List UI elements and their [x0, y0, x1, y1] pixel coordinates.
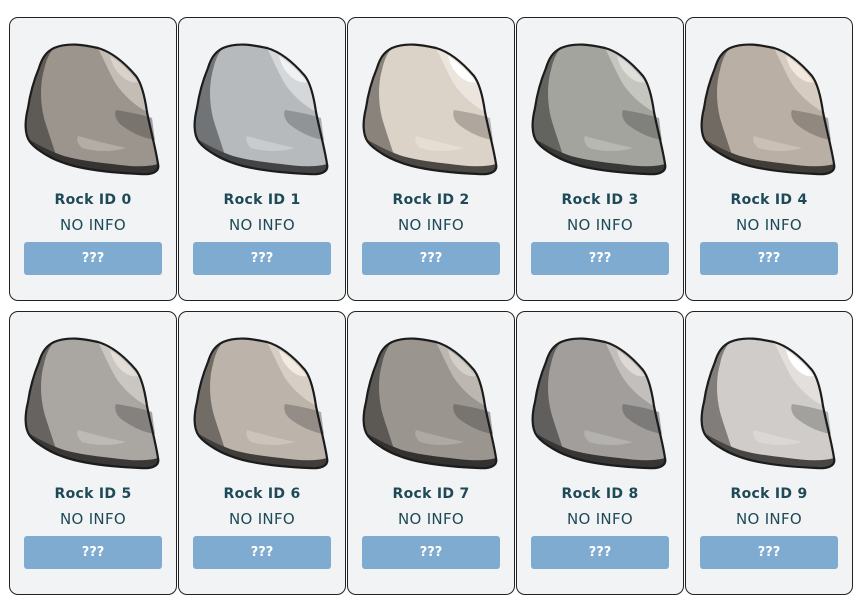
rock-id-label: Rock ID 1	[223, 192, 301, 208]
rock-action-button[interactable]: ???	[193, 242, 331, 275]
rock-action-button[interactable]: ???	[193, 536, 331, 569]
rock-image	[700, 337, 836, 470]
rock-card: Rock ID 4 NO INFO ???	[685, 17, 853, 301]
rock-image	[193, 337, 329, 470]
rock-card: Rock ID 6 NO INFO ???	[178, 311, 346, 595]
rock-action-button[interactable]: ???	[700, 536, 838, 569]
rock-image	[531, 43, 667, 176]
rock-action-button[interactable]: ???	[24, 536, 162, 569]
rock-id-label: Rock ID 7	[392, 486, 470, 502]
rock-image	[362, 337, 498, 470]
rock-card: Rock ID 1 NO INFO ???	[178, 17, 346, 301]
rock-card: Rock ID 8 NO INFO ???	[516, 311, 684, 595]
rock-id-label: Rock ID 9	[730, 486, 808, 502]
rock-image	[24, 43, 160, 176]
rock-id-label: Rock ID 4	[730, 192, 808, 208]
rock-card: Rock ID 3 NO INFO ???	[516, 17, 684, 301]
rock-action-button[interactable]: ???	[700, 242, 838, 275]
rock-id-label: Rock ID 5	[54, 486, 132, 502]
rock-info-text: NO INFO	[60, 510, 126, 528]
rock-id-label: Rock ID 0	[54, 192, 132, 208]
rock-id-label: Rock ID 8	[561, 486, 639, 502]
rock-card: Rock ID 5 NO INFO ???	[9, 311, 177, 595]
rock-info-text: NO INFO	[398, 510, 464, 528]
rock-image	[531, 337, 667, 470]
rock-info-text: NO INFO	[736, 216, 802, 234]
rock-action-button[interactable]: ???	[362, 536, 500, 569]
rock-card: Rock ID 0 NO INFO ???	[9, 17, 177, 301]
rock-info-text: NO INFO	[736, 510, 802, 528]
rock-info-text: NO INFO	[398, 216, 464, 234]
rock-id-label: Rock ID 2	[392, 192, 470, 208]
rock-grid: Rock ID 0 NO INFO ??? Rock ID 1 NO INFO …	[9, 17, 853, 595]
rock-action-button[interactable]: ???	[362, 242, 500, 275]
rock-image	[700, 43, 836, 176]
rock-id-label: Rock ID 6	[223, 486, 301, 502]
rock-info-text: NO INFO	[60, 216, 126, 234]
rock-card: Rock ID 9 NO INFO ???	[685, 311, 853, 595]
rock-info-text: NO INFO	[229, 216, 295, 234]
rock-image	[362, 43, 498, 176]
rock-action-button[interactable]: ???	[24, 242, 162, 275]
rock-image	[24, 337, 160, 470]
rock-action-button[interactable]: ???	[531, 242, 669, 275]
rock-info-text: NO INFO	[567, 216, 633, 234]
rock-card: Rock ID 7 NO INFO ???	[347, 311, 515, 595]
rock-card: Rock ID 2 NO INFO ???	[347, 17, 515, 301]
rock-id-label: Rock ID 3	[561, 192, 639, 208]
rock-image	[193, 43, 329, 176]
rock-info-text: NO INFO	[229, 510, 295, 528]
rock-info-text: NO INFO	[567, 510, 633, 528]
rock-action-button[interactable]: ???	[531, 536, 669, 569]
